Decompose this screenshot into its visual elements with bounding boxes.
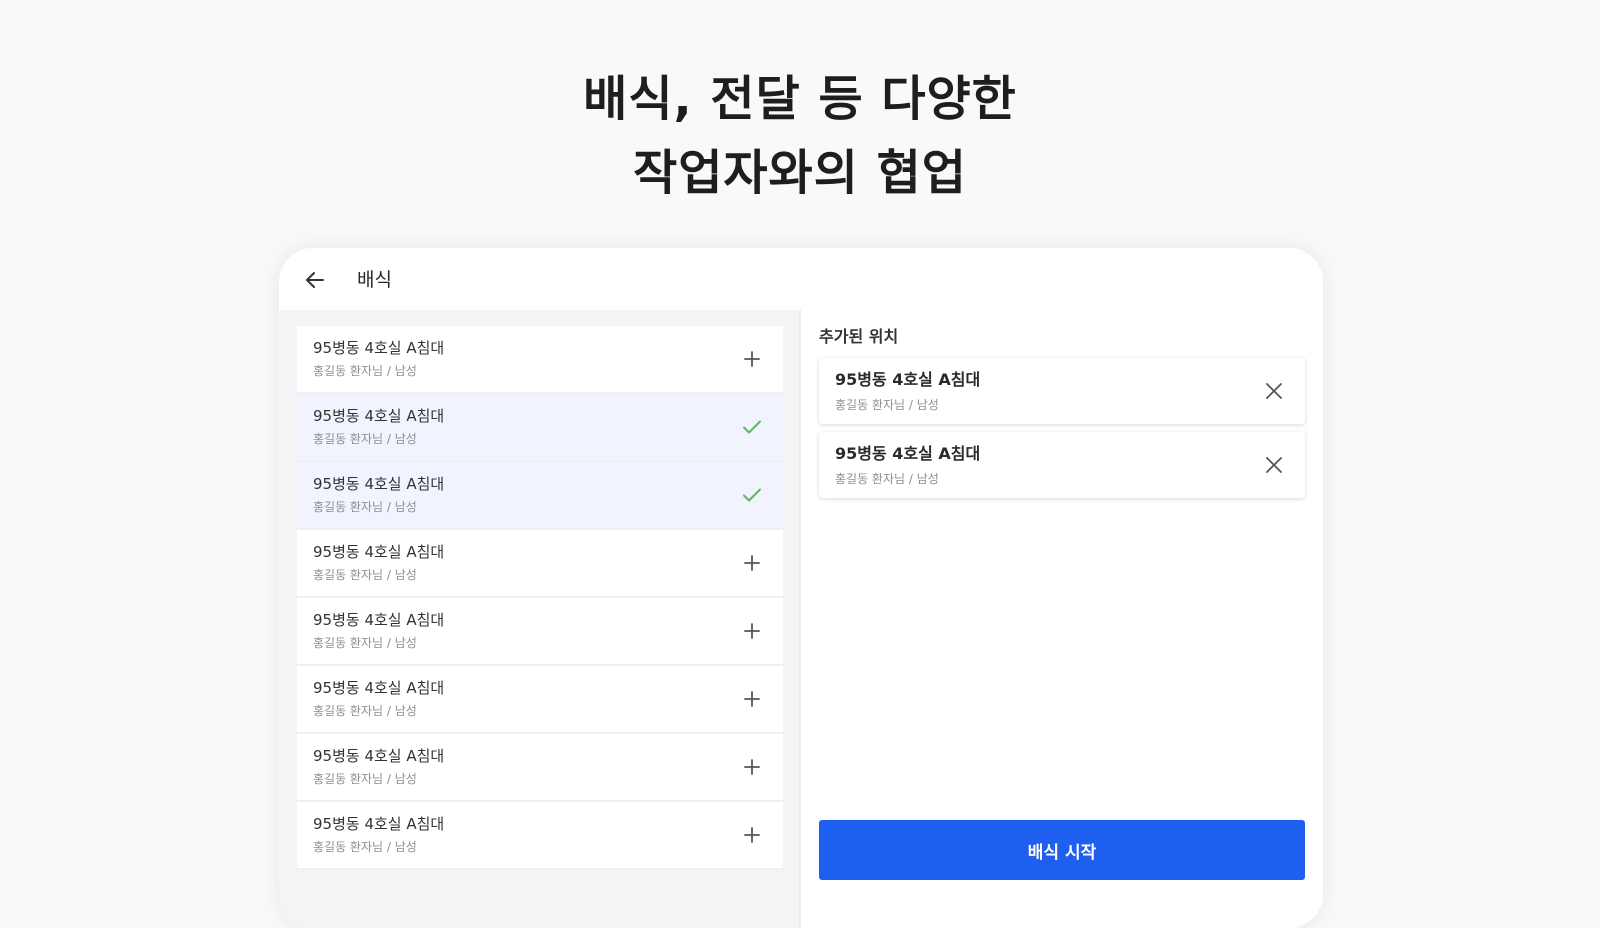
plus-icon[interactable] xyxy=(741,756,763,778)
list-item-subtitle: 홍길동 환자님 / 남성 xyxy=(313,500,417,514)
location-list-panel: 95병동 4호실 A침대 홍길동 환자님 / 남성 95병동 4호실 A침대 홍길동 … xyxy=(279,310,801,928)
close-icon[interactable] xyxy=(1263,380,1285,402)
list-item-subtitle: 홍길동 환자님 / 남성 xyxy=(313,432,417,446)
headline: 배식, 전달 등 다양한 작업자와의 협업 xyxy=(0,62,1600,210)
location-list: 95병동 4호실 A침대 홍길동 환자님 / 남성 95병동 4호실 A침대 홍길동 … xyxy=(297,326,783,870)
list-item-subtitle: 홍길동 환자님 / 남성 xyxy=(313,840,417,854)
list-item-title: 95병동 4호실 A침대 xyxy=(313,475,445,493)
check-icon[interactable] xyxy=(741,416,763,438)
list-item-title: 95병동 4호실 A침대 xyxy=(313,339,445,357)
list-item[interactable]: 95병동 4호실 A침대홍길동 환자님 / 남성 xyxy=(297,462,783,530)
list-item-subtitle: 홍길동 환자님 / 남성 xyxy=(313,772,417,786)
list-item-subtitle: 홍길동 환자님 / 남성 xyxy=(313,704,417,718)
added-location-title: 95병동 4호실 A침대 xyxy=(835,444,981,463)
list-item-subtitle: 홍길동 환자님 / 남성 xyxy=(313,364,417,378)
headline-line-1: 배식, 전달 등 다양한 xyxy=(583,71,1017,127)
added-locations-panel: 추가된 위치 95병동 4호실 A침대 홍길동 환자님 / 남성 95병동 4호실 … xyxy=(801,310,1323,928)
close-icon[interactable] xyxy=(1263,454,1285,476)
list-item-subtitle: 홍길동 환자님 / 남성 xyxy=(313,568,417,582)
list-item-title: 95병동 4호실 A침대 xyxy=(313,747,445,765)
list-item-title: 95병동 4호실 A침대 xyxy=(313,679,445,697)
added-location-title: 95병동 4호실 A침대 xyxy=(835,370,981,389)
check-icon[interactable] xyxy=(741,484,763,506)
added-location-card: 95병동 4호실 A침대홍길동 환자님 / 남성 xyxy=(819,358,1305,424)
list-item-title: 95병동 4호실 A침대 xyxy=(313,815,445,833)
app-window: 배식 95병동 4호실 A침대 홍길동 환자님 / 남성 95병동 4호실 A침대 홍… xyxy=(279,248,1323,928)
plus-icon[interactable] xyxy=(741,348,763,370)
start-serving-button[interactable]: 배식 시작 xyxy=(819,820,1305,880)
list-item[interactable]: 95병동 4호실 A침대홍길동 환자님 / 남성 xyxy=(297,734,783,802)
added-locations-title: 추가된 위치 xyxy=(819,327,899,346)
app-bar: 배식 xyxy=(279,248,1323,310)
list-item-title: 95병동 4호실 A침대 xyxy=(313,611,445,629)
plus-icon[interactable] xyxy=(741,620,763,642)
plus-icon[interactable] xyxy=(741,824,763,846)
added-location-subtitle: 홍길동 환자님 / 남성 xyxy=(835,472,939,486)
added-locations-list: 95병동 4호실 A침대 홍길동 환자님 / 남성 95병동 4호실 A침대 홍길동 … xyxy=(819,358,1305,506)
page-title: 배식 xyxy=(357,269,392,291)
list-item-title: 95병동 4호실 A침대 xyxy=(313,407,445,425)
plus-icon[interactable] xyxy=(741,688,763,710)
list-item[interactable]: 95병동 4호실 A침대홍길동 환자님 / 남성 xyxy=(297,666,783,734)
list-item-subtitle: 홍길동 환자님 / 남성 xyxy=(313,636,417,650)
list-item[interactable]: 95병동 4호실 A침대홍길동 환자님 / 남성 xyxy=(297,530,783,598)
added-location-subtitle: 홍길동 환자님 / 남성 xyxy=(835,398,939,412)
list-item[interactable]: 95병동 4호실 A침대홍길동 환자님 / 남성 xyxy=(297,326,783,394)
plus-icon[interactable] xyxy=(741,552,763,574)
list-item[interactable]: 95병동 4호실 A침대홍길동 환자님 / 남성 xyxy=(297,394,783,462)
headline-line-2: 작업자와의 협업 xyxy=(633,145,967,201)
arrow-left-icon[interactable] xyxy=(303,268,327,292)
list-item-title: 95병동 4호실 A침대 xyxy=(313,543,445,561)
list-item[interactable]: 95병동 4호실 A침대홍길동 환자님 / 남성 xyxy=(297,598,783,666)
list-item[interactable]: 95병동 4호실 A침대홍길동 환자님 / 남성 xyxy=(297,802,783,870)
added-location-card: 95병동 4호실 A침대홍길동 환자님 / 남성 xyxy=(819,432,1305,498)
